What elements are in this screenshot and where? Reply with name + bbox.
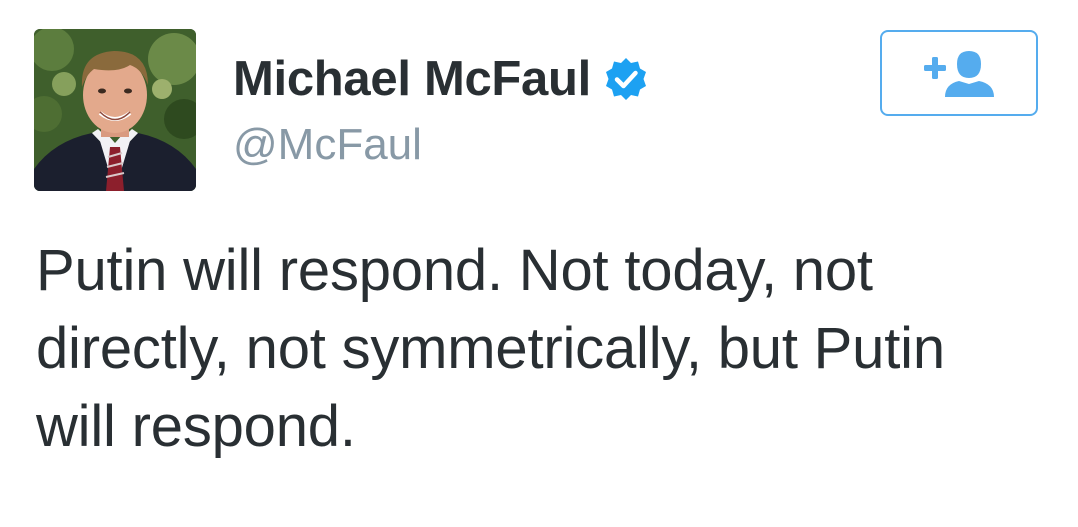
tweet-text: Putin will respond. Not today, not direc…: [36, 232, 1046, 466]
tweet-text-line: Putin will respond. Not today, not: [36, 238, 873, 303]
tweet-card: Michael McFaul @McFaul Putin will respon…: [0, 0, 1078, 527]
display-name-row: Michael McFaul: [233, 48, 649, 110]
follow-button[interactable]: [880, 30, 1038, 116]
profile-photo-icon: [34, 29, 196, 191]
display-name[interactable]: Michael McFaul: [233, 51, 591, 107]
tweet-text-line: directly, not symmetrically, but Putin: [36, 316, 945, 381]
handle[interactable]: @McFaul: [233, 120, 422, 170]
add-user-icon: [924, 51, 994, 97]
verified-badge-icon: [603, 56, 649, 102]
avatar[interactable]: [34, 29, 196, 191]
tweet-text-line: will respond.: [36, 394, 356, 459]
